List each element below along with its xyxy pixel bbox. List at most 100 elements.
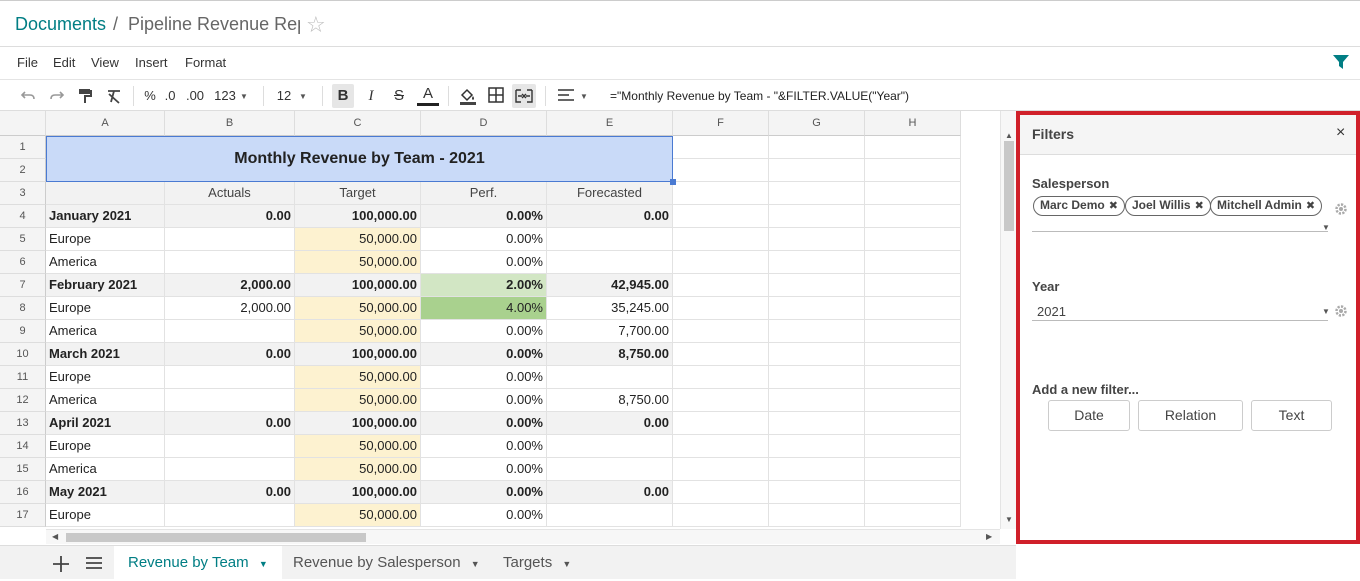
target-cell[interactable]: 100,000.00 (295, 274, 421, 297)
percent-format-button[interactable]: % (143, 84, 157, 108)
target-cell[interactable]: 100,000.00 (295, 412, 421, 435)
perf-cell[interactable]: 0.00% (421, 320, 547, 343)
cell[interactable] (673, 435, 769, 458)
perf-cell[interactable]: 0.00% (421, 412, 547, 435)
year-select[interactable]: 2021 (1037, 304, 1066, 319)
perf-cell[interactable]: 0.00% (421, 343, 547, 366)
breadcrumb-documents-link[interactable]: Documents (15, 14, 106, 35)
cell[interactable] (673, 274, 769, 297)
chevron-down-icon[interactable]: ▼ (1322, 223, 1330, 232)
row-label-cell[interactable]: Europe (46, 504, 165, 527)
scroll-up-icon[interactable]: ▲ (1005, 131, 1013, 140)
row-label-cell[interactable]: America (46, 251, 165, 274)
formula-bar[interactable]: ="Monthly Revenue by Team - "&FILTER.VAL… (610, 89, 909, 103)
cell[interactable] (769, 481, 865, 504)
row-label-cell[interactable]: March 2021 (46, 343, 165, 366)
row-label-cell[interactable]: April 2021 (46, 412, 165, 435)
column-label-cell[interactable]: Target (295, 182, 421, 205)
target-cell[interactable]: 50,000.00 (295, 251, 421, 274)
sheet-list-icon[interactable] (85, 556, 103, 570)
horizontal-scroll-thumb[interactable] (66, 533, 366, 542)
menu-file[interactable]: File (17, 55, 38, 70)
cell[interactable] (865, 320, 961, 343)
cell[interactable] (673, 136, 769, 159)
row-header[interactable]: 1 (0, 136, 46, 159)
row-label-cell[interactable]: May 2021 (46, 481, 165, 504)
perf-cell[interactable]: 2.00% (421, 274, 547, 297)
row-header[interactable]: 2 (0, 159, 46, 182)
cell[interactable] (769, 251, 865, 274)
merge-cells-button[interactable] (512, 84, 536, 108)
target-cell[interactable]: 50,000.00 (295, 389, 421, 412)
bold-button[interactable]: B (332, 84, 354, 108)
forecast-cell[interactable]: 8,750.00 (547, 343, 673, 366)
vertical-scroll-thumb[interactable] (1004, 141, 1014, 231)
cell[interactable] (673, 228, 769, 251)
cell[interactable] (769, 412, 865, 435)
forecast-cell[interactable]: 0.00 (547, 205, 673, 228)
cell[interactable] (673, 458, 769, 481)
row-label-cell[interactable]: Europe (46, 366, 165, 389)
target-cell[interactable]: 50,000.00 (295, 458, 421, 481)
target-cell[interactable]: 100,000.00 (295, 205, 421, 228)
menu-format[interactable]: Format (185, 55, 226, 70)
cell[interactable] (865, 366, 961, 389)
perf-cell[interactable]: 0.00% (421, 251, 547, 274)
cell[interactable] (769, 320, 865, 343)
actuals-cell[interactable]: 2,000.00 (165, 297, 295, 320)
row-label-cell[interactable]: America (46, 389, 165, 412)
close-icon[interactable]: × (1336, 124, 1345, 142)
cell[interactable] (865, 136, 961, 159)
row-header[interactable]: 8 (0, 297, 46, 320)
fill-color-icon[interactable] (458, 87, 478, 105)
spreadsheet-grid[interactable]: ABCDEFGH 1 2 3 4 5 6 7 8 9 10 11 12 13 14 15 16 17 Actua… (0, 111, 1000, 529)
align-icon[interactable] (557, 88, 575, 102)
scroll-down-icon[interactable]: ▼ (1005, 515, 1013, 524)
forecast-cell[interactable]: 8,750.00 (547, 389, 673, 412)
document-title[interactable]: Pipeline Revenue Rep (128, 14, 300, 35)
perf-cell[interactable]: 0.00% (421, 504, 547, 527)
cell[interactable] (673, 412, 769, 435)
forecast-cell[interactable] (547, 504, 673, 527)
year-select-underline[interactable] (1032, 320, 1328, 321)
row-header[interactable]: 13 (0, 412, 46, 435)
cell[interactable] (769, 205, 865, 228)
cell[interactable] (673, 205, 769, 228)
gear-icon[interactable] (1334, 304, 1348, 318)
column-header[interactable]: G (769, 111, 865, 136)
column-header[interactable]: B (165, 111, 295, 136)
row-header[interactable]: 5 (0, 228, 46, 251)
row-header[interactable]: 14 (0, 435, 46, 458)
row-header[interactable]: 3 (0, 182, 46, 205)
cell[interactable] (865, 297, 961, 320)
row-header[interactable]: 10 (0, 343, 46, 366)
add-text-filter-button[interactable]: Text (1251, 400, 1332, 431)
row-header[interactable]: 17 (0, 504, 46, 527)
sheet-tab-revenue-by-team[interactable]: Revenue by Team ▼ (114, 546, 282, 580)
perf-cell[interactable]: 0.00% (421, 389, 547, 412)
column-label-cell[interactable] (46, 182, 165, 205)
actuals-cell[interactable]: 0.00 (165, 343, 295, 366)
corner-header[interactable] (0, 111, 46, 136)
add-date-filter-button[interactable]: Date (1048, 400, 1130, 431)
cell[interactable] (673, 159, 769, 182)
cell[interactable] (769, 343, 865, 366)
add-relation-filter-button[interactable]: Relation (1138, 400, 1243, 431)
target-cell[interactable]: 50,000.00 (295, 435, 421, 458)
gear-icon[interactable] (1334, 202, 1348, 216)
column-header[interactable]: H (865, 111, 961, 136)
menu-insert[interactable]: Insert (135, 55, 168, 70)
forecast-cell[interactable]: 7,700.00 (547, 320, 673, 343)
row-header[interactable]: 9 (0, 320, 46, 343)
cell[interactable] (769, 504, 865, 527)
cell[interactable] (673, 366, 769, 389)
cell[interactable] (769, 435, 865, 458)
target-cell[interactable]: 50,000.00 (295, 228, 421, 251)
text-color-icon[interactable]: A (417, 84, 439, 106)
cell[interactable] (673, 504, 769, 527)
strikethrough-button[interactable]: S (389, 84, 409, 108)
cell[interactable] (769, 159, 865, 182)
perf-cell[interactable]: 0.00% (421, 366, 547, 389)
target-cell[interactable]: 50,000.00 (295, 504, 421, 527)
paint-format-icon[interactable] (78, 88, 92, 104)
